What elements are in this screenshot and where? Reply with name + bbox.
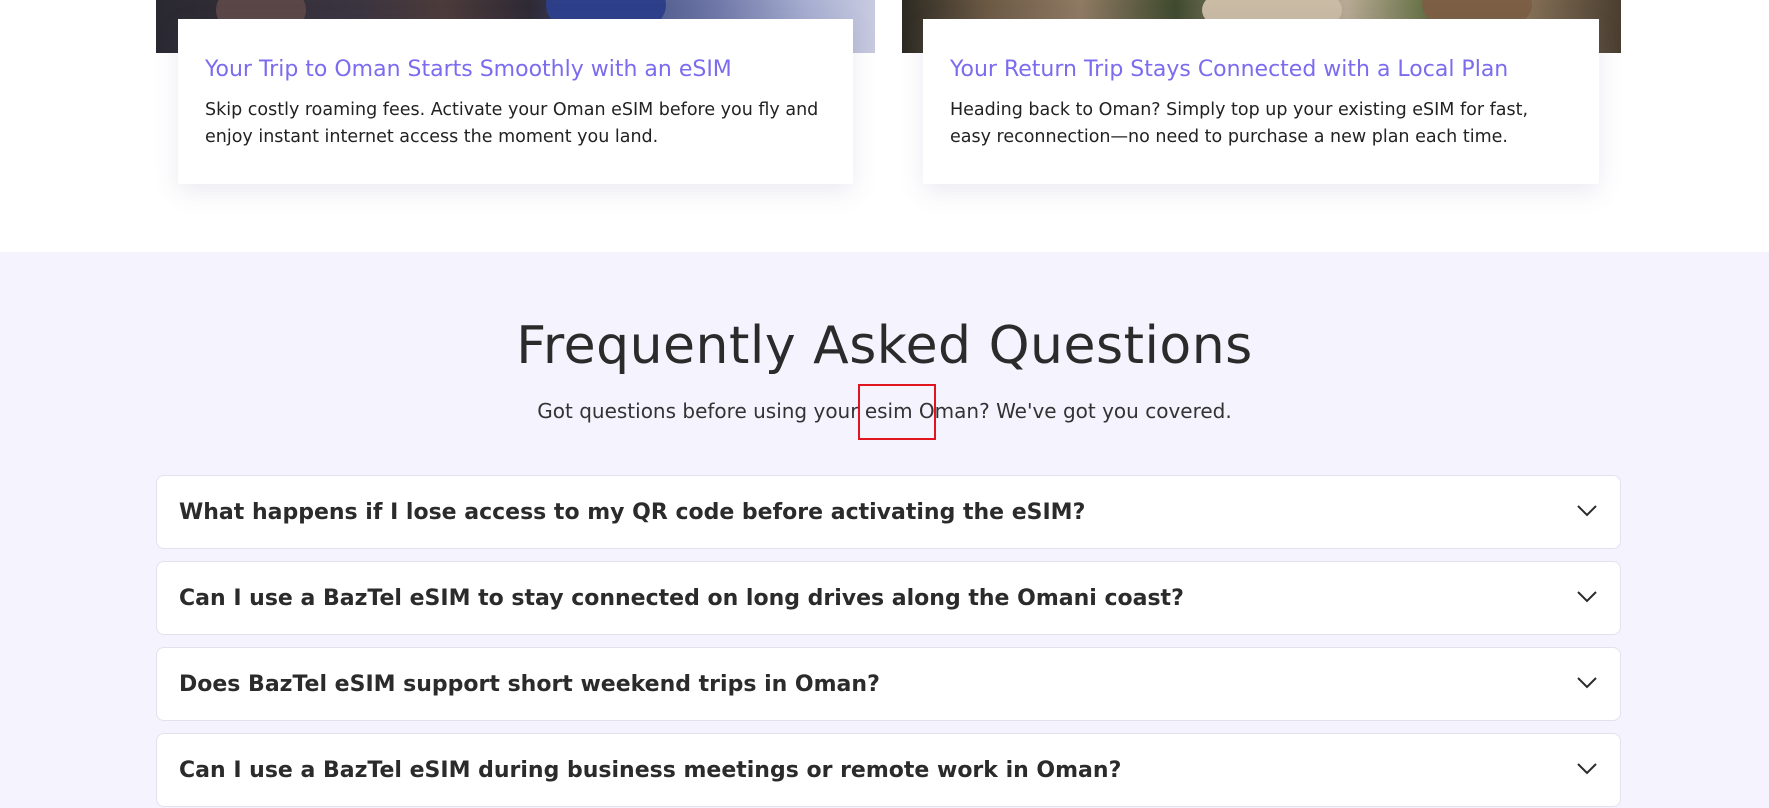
chevron-down-icon[interactable] [1576, 590, 1598, 604]
chevron-down-icon[interactable] [1576, 762, 1598, 776]
highlight-box [858, 384, 936, 440]
blog-cards-section: Your Trip to Oman Starts Smoothly with a… [0, 0, 1769, 252]
faq-item[interactable]: What happens if I lose access to my QR c… [156, 475, 1621, 549]
faq-item[interactable]: Can I use a BazTel eSIM during business … [156, 733, 1621, 807]
faq-question: Can I use a BazTel eSIM to stay connecte… [179, 586, 1184, 611]
card-description: Heading back to Oman? Simply top up your… [950, 100, 1529, 147]
faq-question: What happens if I lose access to my QR c… [179, 500, 1086, 525]
faq-question: Can I use a BazTel eSIM during business … [179, 758, 1122, 783]
blog-card-trip[interactable]: Your Trip to Oman Starts Smoothly with a… [178, 19, 853, 184]
chevron-down-icon[interactable] [1576, 676, 1598, 690]
faq-section: Frequently Asked Questions Got questions… [0, 252, 1769, 808]
card-description: Skip costly roaming fees. Activate your … [205, 100, 819, 147]
faq-item[interactable]: Can I use a BazTel eSIM to stay connecte… [156, 561, 1621, 635]
card-title[interactable]: Your Trip to Oman Starts Smoothly with a… [205, 55, 826, 85]
faq-item[interactable]: Does BazTel eSIM support short weekend t… [156, 647, 1621, 721]
faq-heading: Frequently Asked Questions [516, 316, 1253, 376]
chevron-down-icon[interactable] [1576, 504, 1598, 518]
faq-question: Does BazTel eSIM support short weekend t… [179, 672, 880, 697]
blog-card-return[interactable]: Your Return Trip Stays Connected with a … [923, 19, 1599, 184]
card-title[interactable]: Your Return Trip Stays Connected with a … [950, 55, 1572, 85]
